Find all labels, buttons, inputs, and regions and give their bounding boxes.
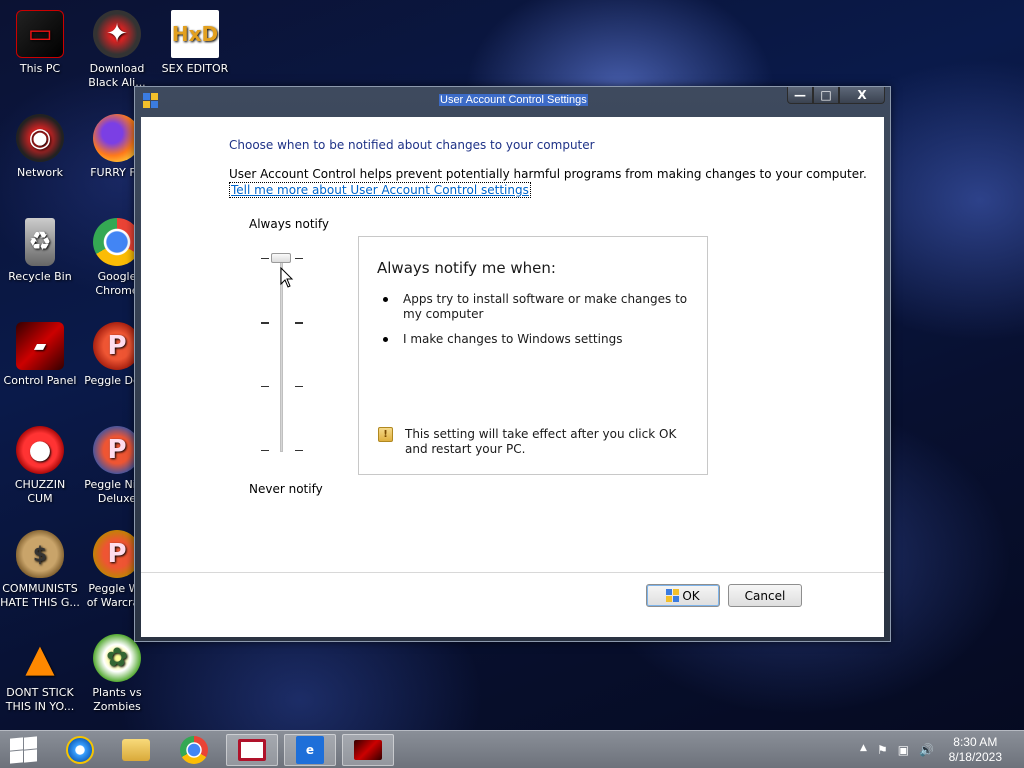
desktop-icon-label: Network (17, 166, 63, 179)
learn-more-link[interactable]: Tell me more about User Account Control … (229, 182, 531, 198)
footer-separator (141, 572, 884, 574)
windows-logo-icon (10, 750, 23, 764)
window-client-area: Choose when to be notified about changes… (141, 117, 884, 637)
slider-tick (261, 258, 269, 259)
windows-logo-icon (24, 736, 37, 750)
desktop-icon-control-panel[interactable]: ▰ Control Panel (0, 322, 80, 388)
vlc-cone-icon: ▲ (25, 636, 55, 680)
start-button[interactable] (8, 736, 38, 764)
slider-tick (295, 450, 303, 451)
maximize-button[interactable]: □ (813, 87, 839, 104)
windows-logo-icon (24, 749, 37, 763)
desktop-icon-label: Control Panel (3, 374, 77, 387)
uac-shield-icon (666, 589, 680, 602)
internet-explorer-icon (66, 736, 94, 764)
ie-tile-icon: e (296, 736, 324, 764)
taskbar-internet-explorer[interactable] (54, 734, 106, 766)
close-button[interactable]: X (839, 87, 885, 104)
newspaper-icon (238, 739, 266, 761)
desktop-icon-chuzzin[interactable]: ● CHUZZIN CUM (0, 426, 80, 506)
money-bag-icon: $ (16, 530, 64, 578)
hxd-icon: HxD (171, 10, 219, 58)
restart-note: This setting will take effect after you … (405, 427, 677, 456)
bullet-icon (383, 297, 388, 302)
mouse-cursor-icon (280, 267, 294, 288)
notification-slider-thumb[interactable] (271, 253, 291, 263)
clock-time: 8:30 AM (953, 735, 998, 749)
show-hidden-icons-chevron-icon[interactable]: ▲ (860, 743, 867, 757)
slider-bottom-label: Never notify (249, 482, 323, 496)
control-panel-icon: ▰ (16, 322, 64, 370)
bullet-text: Apps try to install software or make cha… (403, 292, 688, 321)
desktop-icon-label: Plants vs Zombies (92, 686, 142, 713)
taskbar-news-app[interactable] (226, 734, 278, 766)
slider-top-label: Always notify (249, 217, 329, 231)
chuzzle-icon: ● (16, 426, 64, 474)
desktop-icon-sex-editor[interactable]: HxD SEX EDITOR (155, 10, 235, 76)
info-note-icon: ! (378, 427, 393, 442)
slider-tick (261, 450, 269, 451)
setting-title: Always notify me when: (377, 259, 556, 277)
slider-tick (295, 258, 303, 259)
network-icon: ◉ (16, 114, 64, 162)
taskbar-clock[interactable]: 8:30 AM 8/18/2023 (949, 735, 1002, 765)
list-item: Apps try to install software or make cha… (381, 292, 691, 322)
desktop-icon-network[interactable]: ◉ Network (0, 114, 80, 180)
setting-bullet-list: Apps try to install software or make cha… (381, 292, 691, 357)
clock-date: 8/18/2023 (948, 750, 1002, 764)
cancel-button[interactable]: Cancel (728, 584, 802, 607)
taskbar-chrome[interactable] (168, 734, 220, 766)
bullet-icon (383, 337, 388, 342)
control-panel-icon (354, 740, 382, 760)
slider-tick (261, 322, 269, 324)
bullet-text: I make changes to Windows settings (403, 332, 623, 346)
windows-logo-icon (10, 737, 23, 751)
desktop-icon-label: CHUZZIN CUM (14, 478, 66, 505)
recycle-bin-icon: ♻ (25, 218, 55, 266)
uac-shield-icon (143, 93, 159, 109)
slider-tick (295, 386, 303, 387)
system-tray: ▲ ⚑ ▣ 🔊 (860, 743, 934, 757)
ok-button[interactable]: OK (646, 584, 720, 607)
caption-buttons: — □ X (787, 87, 885, 104)
taskbar-internet-explorer-active[interactable]: e (284, 734, 336, 766)
page-heading: Choose when to be notified about changes… (229, 138, 595, 152)
desktop-icon-vlc[interactable]: ▲ DONT STICK THIS IN YO... (0, 634, 80, 714)
desktop-icon-this-pc[interactable]: ▭ This PC (0, 10, 80, 76)
desktop-icon-download[interactable]: ✦ Download Black Ali... (77, 10, 157, 90)
action-center-flag-icon[interactable]: ⚑ (877, 743, 888, 757)
ok-button-label: OK (682, 588, 700, 603)
volume-icon[interactable]: 🔊 (919, 743, 934, 757)
taskbar-file-explorer[interactable] (110, 734, 162, 766)
minimize-button[interactable]: — (787, 87, 813, 104)
title-bar[interactable]: User Account Control Settings — □ X (135, 87, 890, 115)
chrome-icon (180, 736, 208, 764)
desktop-icon-recycle-bin[interactable]: ♻ Recycle Bin (0, 218, 80, 284)
network-icon[interactable]: ▣ (898, 743, 909, 757)
list-item: I make changes to Windows settings (381, 332, 691, 347)
uac-settings-window: User Account Control Settings — □ X Choo… (134, 86, 891, 642)
desktop-icon-communists[interactable]: $ COMMUNISTS HATE THIS G... (0, 530, 80, 610)
slider-tick (295, 322, 303, 324)
desktop-icon-label: COMMUNISTS HATE THIS G... (0, 582, 80, 609)
desktop-icon-plants-vs-zombies[interactable]: ✿ Plants vs Zombies (77, 634, 157, 714)
desktop-icon-label: SEX EDITOR (161, 62, 229, 75)
setting-description-box: Always notify me when: Apps try to insta… (358, 236, 708, 475)
taskbar: e ▲ ⚑ ▣ 🔊 8:30 AM 8/18/2023 (0, 730, 1024, 768)
window-title: User Account Control Settings (439, 94, 588, 106)
taskbar-control-panel[interactable] (342, 734, 394, 766)
page-description: User Account Control helps prevent poten… (229, 167, 867, 181)
slider-tick (261, 386, 269, 387)
alien-skull-icon: ✦ (93, 10, 141, 58)
desktop-icon-label: Recycle Bin (8, 270, 72, 283)
this-pc-icon: ▭ (16, 10, 64, 58)
desktop-icon-label: DONT STICK THIS IN YO... (5, 686, 75, 713)
folder-icon (122, 739, 150, 761)
desktop-icon-label: This PC (19, 62, 61, 75)
